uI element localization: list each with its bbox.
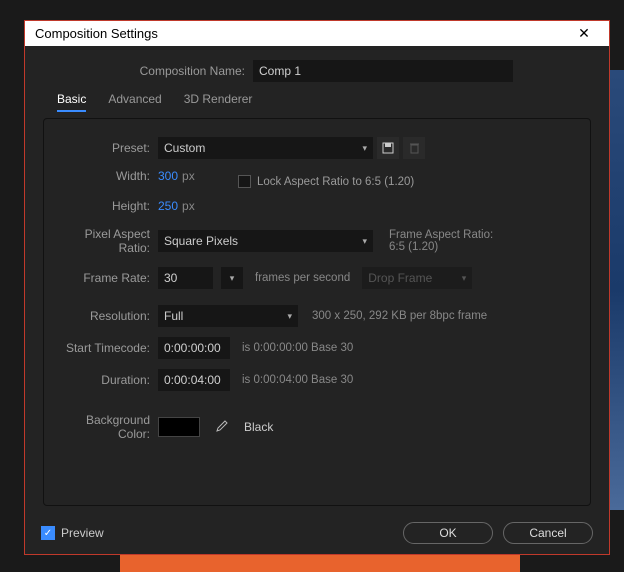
tab-advanced[interactable]: Advanced <box>108 92 161 112</box>
resolution-value: Full <box>164 309 183 323</box>
frame-aspect-ratio-value: 6:5 (1.20) <box>389 241 493 253</box>
drop-frame-dropdown: Drop Frame ▾ <box>362 267 472 289</box>
duration-label: Duration: <box>58 373 158 387</box>
check-icon: ✓ <box>41 526 55 540</box>
dialog-footer: ✓ Preview OK Cancel <box>25 516 609 554</box>
close-icon[interactable]: ✕ <box>569 25 599 42</box>
width-unit: px <box>182 169 195 183</box>
basic-panel: Preset: Custom ▾ Width: 300 px <box>43 118 591 506</box>
save-preset-icon[interactable] <box>377 137 399 159</box>
preset-value: Custom <box>164 141 205 155</box>
composition-name-label: Composition Name: <box>43 64 253 78</box>
pixel-aspect-ratio-value: Square Pixels <box>164 234 238 248</box>
height-value[interactable]: 250 <box>158 199 178 213</box>
width-value[interactable]: 300 <box>158 169 178 183</box>
composition-name-input[interactable] <box>253 60 513 82</box>
chevron-down-icon: ▾ <box>362 236 367 247</box>
resolution-info: 300 x 250, 292 KB per 8bpc frame <box>312 310 487 322</box>
tabs: Basic Advanced 3D Renderer <box>57 92 591 112</box>
preset-label: Preset: <box>58 141 158 155</box>
tab-3d-renderer[interactable]: 3D Renderer <box>184 92 253 112</box>
background-color-label: Background Color: <box>58 413 158 441</box>
pixel-aspect-ratio-dropdown[interactable]: Square Pixels ▾ <box>158 230 373 252</box>
preset-dropdown[interactable]: Custom ▾ <box>158 137 373 159</box>
start-timecode-info: is 0:00:00:00 Base 30 <box>242 342 353 354</box>
preview-checkbox[interactable]: ✓ Preview <box>41 526 104 540</box>
drop-frame-value: Drop Frame <box>368 271 432 285</box>
pixel-aspect-ratio-label: Pixel Aspect Ratio: <box>58 227 158 255</box>
background-color-name: Black <box>244 420 273 434</box>
delete-preset-icon <box>403 137 425 159</box>
composition-settings-dialog: Composition Settings ✕ Composition Name:… <box>24 20 610 555</box>
duration-info: is 0:00:04:00 Base 30 <box>242 374 353 386</box>
frame-aspect-ratio-label: Frame Aspect Ratio: <box>389 229 493 241</box>
height-unit: px <box>182 199 195 213</box>
preview-label: Preview <box>61 526 104 540</box>
lock-aspect-ratio-checkbox[interactable]: Lock Aspect Ratio to 6:5 (1.20) <box>238 175 414 188</box>
titlebar: Composition Settings ✕ <box>25 21 609 46</box>
frame-rate-dropdown[interactable]: ▾ <box>221 267 243 289</box>
lock-aspect-ratio-label: Lock Aspect Ratio to 6:5 (1.20) <box>257 176 414 188</box>
duration-input[interactable] <box>158 369 230 391</box>
resolution-dropdown[interactable]: Full ▾ <box>158 305 298 327</box>
start-timecode-label: Start Timecode: <box>58 341 158 355</box>
dialog-title: Composition Settings <box>35 26 158 41</box>
cancel-button[interactable]: Cancel <box>503 522 593 544</box>
ok-button[interactable]: OK <box>403 522 493 544</box>
eyedropper-icon[interactable] <box>210 416 232 438</box>
start-timecode-input[interactable] <box>158 337 230 359</box>
chevron-down-icon: ▾ <box>362 143 367 154</box>
tab-basic[interactable]: Basic <box>57 92 86 112</box>
fps-text: frames per second <box>255 272 350 284</box>
width-label: Width: <box>58 169 158 183</box>
frame-rate-label: Frame Rate: <box>58 271 158 285</box>
resolution-label: Resolution: <box>58 309 158 323</box>
chevron-down-icon: ▾ <box>287 311 292 322</box>
frame-rate-input[interactable] <box>158 267 213 289</box>
height-label: Height: <box>58 199 158 213</box>
background-color-swatch[interactable] <box>158 417 200 437</box>
chevron-down-icon: ▾ <box>230 273 235 284</box>
chevron-down-icon: ▾ <box>462 273 467 284</box>
